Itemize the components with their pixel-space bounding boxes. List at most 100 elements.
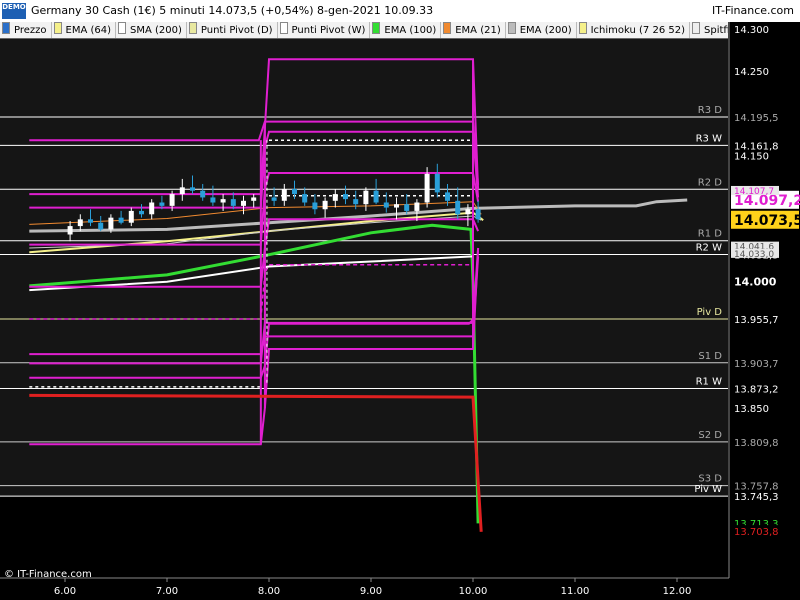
candle-body: [353, 199, 359, 205]
legend-item-ema-100[interactable]: EMA (100): [370, 22, 442, 38]
candle-body: [251, 197, 257, 201]
legend-label: SMA (200): [130, 25, 182, 36]
legend-swatch: [507, 22, 516, 34]
legend-label: EMA (200): [519, 25, 572, 36]
candle-body: [128, 210, 134, 223]
chart-title: Germany 30 Cash (1€) 5 minuti 14.073,5 (…: [31, 4, 434, 17]
candle-body: [475, 209, 481, 220]
legend-swatch: [372, 22, 381, 34]
pivot-label: R2 D: [698, 177, 722, 188]
chart-window: R3 D14.195,5R3 W14.161,8R2 DR1 DR2 W14.0…: [0, 0, 800, 600]
pivot-label: S3 D: [698, 474, 722, 485]
x-tick-label: 10.00: [459, 586, 488, 597]
legend-swatch: [279, 22, 288, 34]
candle-body: [271, 197, 277, 201]
candle-body: [455, 200, 461, 215]
candle-body: [77, 219, 83, 227]
title-bar: DEMO Germany 30 Cash (1€) 5 minuti 14.07…: [0, 0, 800, 22]
indicator-legend: Prezzo EMA (64) SMA (200) Punti Pivot (D) Pu…: [0, 22, 728, 39]
candle-body: [241, 200, 246, 206]
x-tick-label: 9.00: [360, 586, 382, 597]
candle-body: [373, 190, 379, 203]
candle-body: [108, 217, 114, 230]
candle-body: [363, 190, 369, 205]
candle-body: [465, 209, 471, 215]
candle-body: [322, 200, 328, 210]
legend-label: Spitfir: [704, 25, 728, 36]
candle-body: [434, 173, 440, 193]
pivot-label: Piv W: [694, 484, 722, 495]
legend-item-sma-200[interactable]: SMA (200): [116, 22, 187, 38]
demo-badge: DEMO: [2, 3, 26, 19]
legend-item-pivot-d[interactable]: Punti Pivot (D): [187, 22, 278, 38]
pivot-label: R2 W: [696, 242, 722, 253]
candle-body: [230, 199, 236, 206]
candle-body: [149, 202, 155, 215]
pivot-value-label: 13.955,7: [734, 315, 779, 326]
candle-body: [200, 190, 206, 198]
price-tag-label: 14.073,5: [734, 213, 800, 229]
pivot-value-label: 13.809,8: [734, 438, 779, 449]
x-tick-label: 8.00: [258, 586, 280, 597]
candle-body: [332, 194, 338, 201]
pivot-label: Piv D: [697, 307, 723, 318]
pivot-label: S1 D: [698, 351, 722, 362]
candle-body: [210, 197, 216, 203]
y-tick-label: 14.000: [734, 276, 777, 289]
price-tag-partial-label: 14.033,0: [734, 250, 774, 260]
legend-label: Prezzo: [14, 25, 47, 36]
candle-body: [394, 204, 399, 208]
candle-body: [292, 189, 297, 195]
x-tick-label: 12.00: [663, 586, 692, 597]
legend-label: Punti Pivot (D): [200, 25, 273, 36]
price-tag-partial-label: 14.107,7: [734, 187, 774, 197]
pivot-value-label: 13.903,7: [734, 359, 779, 370]
candle-body: [302, 194, 308, 203]
pivot-label: S2 D: [698, 430, 722, 441]
x-tick-label: 7.00: [156, 586, 178, 597]
pivot-label: R3 W: [696, 133, 722, 144]
plot-lower-background: [0, 496, 728, 578]
legend-label: EMA (21): [455, 25, 501, 36]
legend-item-ichimoku[interactable]: Ichimoku (7 26 52): [577, 22, 690, 38]
legend-swatch: [188, 22, 197, 34]
candle-body: [424, 173, 430, 203]
legend-swatch: [2, 22, 10, 34]
legend-item-prezzo[interactable]: Prezzo: [0, 22, 52, 38]
price-tag-label: 13.703,8: [734, 527, 779, 538]
x-tick-label: 6.00: [54, 586, 76, 597]
legend-label: EMA (100): [384, 25, 437, 36]
pivot-label: R3 D: [698, 105, 722, 116]
candle-body: [414, 202, 420, 211]
candle-body: [169, 194, 175, 206]
legend-swatch: [118, 22, 127, 34]
candle-body: [281, 189, 287, 201]
legend-swatch: [53, 22, 62, 34]
candle-body: [312, 202, 318, 210]
candle-body: [404, 204, 410, 211]
candle-body: [67, 226, 73, 235]
legend-swatch: [578, 22, 587, 34]
legend-item-spitfire[interactable]: Spitfir: [690, 22, 728, 38]
legend-item-ema-21[interactable]: EMA (21): [441, 22, 506, 38]
y-tick-label: 14.150: [734, 151, 769, 162]
candle-body: [383, 202, 389, 208]
y-tick-label: 13.850: [734, 404, 769, 415]
pivot-label: R1 W: [696, 376, 722, 387]
legend-item-ema-200[interactable]: EMA (200): [506, 22, 577, 38]
legend-item-pivot-w[interactable]: Punti Pivot (W): [278, 22, 371, 38]
legend-item-ema-64[interactable]: EMA (64): [52, 22, 117, 38]
legend-swatch: [443, 22, 452, 34]
candle-body: [118, 217, 124, 223]
legend-swatch: [692, 22, 700, 34]
pivot-value-label: 13.873,2: [734, 384, 779, 395]
legend-label: EMA (64): [65, 25, 112, 36]
pivot-value-label: 13.745,3: [734, 492, 779, 503]
y-tick-label: 14.300: [734, 25, 769, 36]
candle-body: [343, 194, 348, 200]
price-axis-background: [729, 22, 800, 600]
price-chart[interactable]: R3 D14.195,5R3 W14.161,8R2 DR1 DR2 W14.0…: [0, 0, 800, 600]
candle-body: [179, 187, 185, 195]
candle-body: [159, 202, 165, 206]
candle-body: [98, 222, 104, 230]
